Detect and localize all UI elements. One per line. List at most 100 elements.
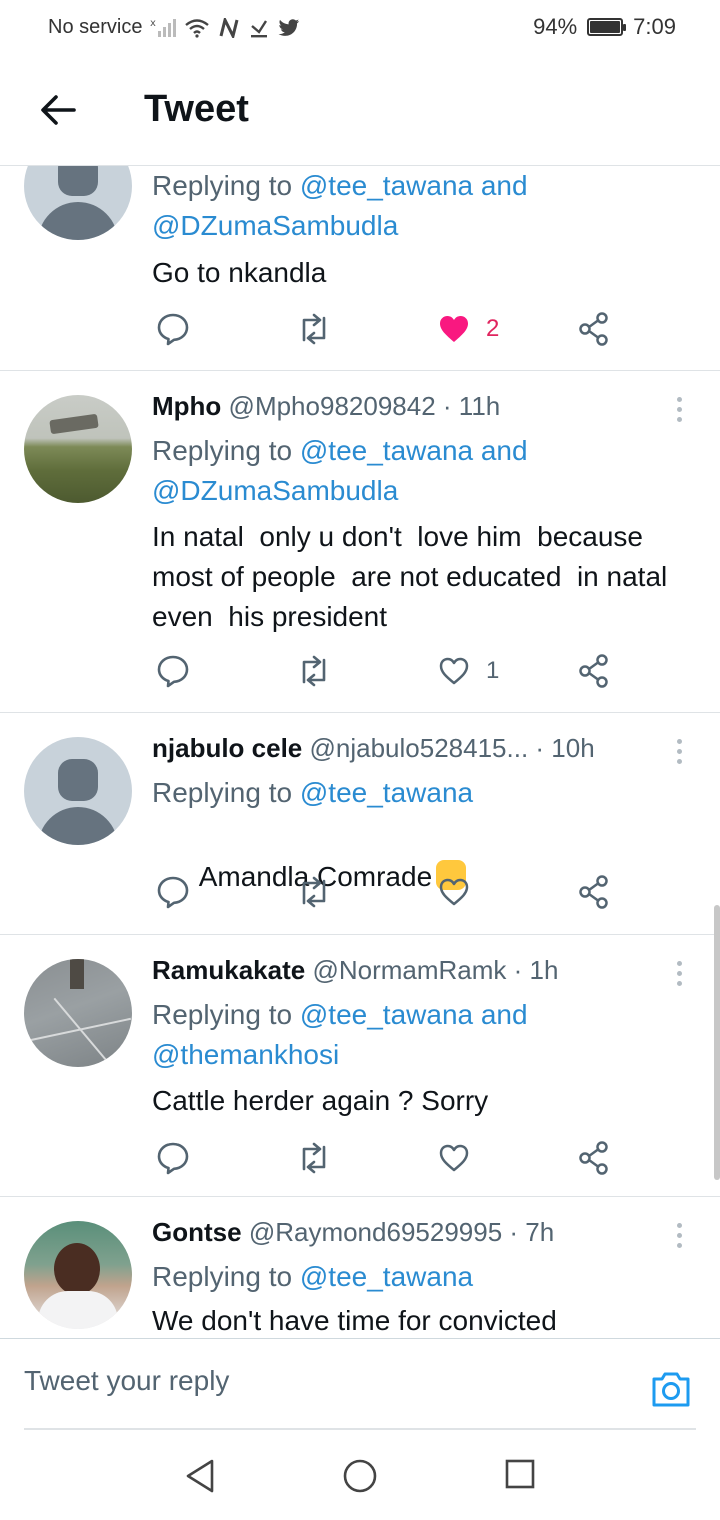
system-nav-bar: [0, 1430, 720, 1520]
tweet-header: Gontse @Raymond69529995 · 7h: [152, 1217, 554, 1248]
share-icon: [579, 312, 608, 346]
replying-prefix: Replying to: [152, 435, 293, 466]
retweet-icon: [302, 313, 326, 345]
page-title: Tweet: [144, 88, 249, 130]
retweet-icon: [302, 655, 326, 687]
reply-input[interactable]: Tweet your reply: [24, 1365, 229, 1397]
replying-to: Replying to @tee_tawana: [152, 1257, 692, 1297]
share-icon: [579, 654, 608, 688]
svg-text:x: x: [150, 18, 156, 29]
author-name[interactable]: Ramukakate: [152, 955, 305, 985]
replying-to: Replying to @tee_tawana and @themankhosi: [152, 995, 692, 1075]
tweet-text: We don't have time for convicted: [152, 1305, 557, 1336]
more-options-icon[interactable]: [674, 739, 684, 767]
reply-tweet[interactable]: Ramukakate @NormamRamk · 1h Replying to …: [0, 935, 720, 1197]
tweet-time: · 7h: [509, 1217, 555, 1247]
download-icon: [248, 18, 270, 38]
retweet-button[interactable]: [296, 1138, 332, 1178]
more-options-icon[interactable]: [674, 397, 684, 425]
share-icon: [579, 1141, 608, 1175]
battery-fill: [590, 21, 621, 33]
avatar[interactable]: [24, 395, 132, 503]
comment-icon: [157, 1142, 189, 1175]
nfc-icon: [218, 17, 240, 38]
avatar[interactable]: [24, 959, 132, 1067]
heart-filled-icon: [440, 316, 468, 342]
share-button[interactable]: [578, 872, 610, 912]
replying-prefix: Replying to: [152, 777, 293, 808]
replying-to: Replying to @tee_tawana and @DZumaSambud…: [152, 166, 692, 246]
tweet-header: Ramukakate @NormamRamk · 1h: [152, 955, 558, 986]
nav-recents-button[interactable]: [504, 1458, 536, 1495]
author-handle: @NormamRamk: [312, 955, 507, 985]
like-button[interactable]: [438, 872, 470, 912]
tweet-text: In natal only u don't love him because m…: [152, 521, 676, 632]
author-name[interactable]: Gontse: [152, 1217, 242, 1247]
triangle-back-icon: [186, 1459, 214, 1493]
share-button[interactable]: [578, 1138, 610, 1178]
tweet-text: Go to nkandla: [152, 257, 327, 288]
reply-tweet[interactable]: Gontse @Raymond69529995 · 7h Replying to…: [0, 1197, 720, 1338]
retweet-button[interactable]: [296, 309, 332, 349]
author-handle: @njabulo528415...: [309, 733, 529, 763]
tweet-header: Mpho @Mpho98209842 · 11h: [152, 391, 500, 422]
share-button[interactable]: [578, 651, 610, 691]
like-button[interactable]: 1: [438, 651, 499, 691]
clock: 7:09: [633, 14, 676, 39]
replying-prefix: Replying to: [152, 1261, 293, 1292]
replying-to: Replying to @tee_tawana and @DZumaSambud…: [152, 431, 692, 511]
replying-prefix: Replying to: [152, 170, 293, 201]
square-recents-icon: [505, 1459, 535, 1489]
like-count: 1: [486, 657, 500, 684]
avatar[interactable]: [24, 1221, 132, 1329]
like-button[interactable]: [438, 1138, 470, 1178]
more-options-icon[interactable]: [674, 1223, 684, 1251]
reply-button[interactable]: [156, 1138, 190, 1178]
replying-to: Replying to @tee_tawana: [152, 773, 692, 813]
avatar[interactable]: [24, 166, 132, 240]
tweet-actions: [152, 872, 622, 912]
share-icon: [579, 875, 608, 909]
mention-link[interactable]: @tee_tawana: [300, 777, 473, 808]
author-name[interactable]: Mpho: [152, 391, 221, 421]
reply-button[interactable]: [156, 872, 190, 912]
retweet-button[interactable]: [296, 651, 332, 691]
avatar[interactable]: [24, 737, 132, 845]
nav-back-button[interactable]: [184, 1458, 216, 1499]
more-options-icon[interactable]: [674, 961, 684, 989]
author-name[interactable]: njabulo cele: [152, 733, 302, 763]
tweet-actions: 1: [152, 651, 622, 691]
retweet-button[interactable]: [296, 872, 332, 912]
tweet-text: Cattle herder again ? Sorry: [152, 1085, 489, 1116]
replying-prefix: Replying to: [152, 999, 293, 1030]
nav-home-button[interactable]: [342, 1458, 378, 1499]
reply-tweet[interactable]: Replying to @tee_tawana and @DZumaSambud…: [0, 166, 720, 371]
signal-icon: x: [150, 18, 177, 38]
like-count: 2: [486, 315, 500, 342]
twitter-icon: [278, 18, 300, 38]
reply-button[interactable]: [156, 309, 190, 349]
back-button[interactable]: [36, 88, 80, 132]
tweet-time: · 11h: [442, 391, 501, 421]
camera-button[interactable]: [650, 1369, 692, 1409]
status-bar: No service x 94% 7:09: [0, 0, 720, 56]
reply-tweet[interactable]: Mpho @Mpho98209842 · 11h Replying to @te…: [0, 371, 720, 713]
heart-icon: [439, 1144, 469, 1172]
battery-icon: [587, 18, 627, 36]
reply-bar: Tweet your reply: [0, 1338, 720, 1430]
author-handle: @Raymond69529995: [248, 1217, 503, 1247]
scrollbar[interactable]: [714, 905, 720, 1180]
mention-link[interactable]: @tee_tawana: [300, 1261, 473, 1292]
carrier-label: No service: [48, 16, 143, 38]
comment-icon: [157, 876, 189, 909]
author-handle: @Mpho98209842: [228, 391, 436, 421]
reply-button[interactable]: [156, 651, 190, 691]
replies-feed[interactable]: Replying to @tee_tawana and @DZumaSambud…: [0, 166, 720, 1338]
reply-tweet[interactable]: njabulo cele @njabulo528415... · 10h Rep…: [0, 713, 720, 935]
retweet-icon: [302, 1142, 326, 1174]
like-button[interactable]: 2: [438, 309, 499, 349]
arrow-left-icon: [41, 95, 76, 125]
retweet-icon: [302, 876, 326, 908]
share-button[interactable]: [578, 309, 610, 349]
heart-icon: [439, 878, 469, 906]
